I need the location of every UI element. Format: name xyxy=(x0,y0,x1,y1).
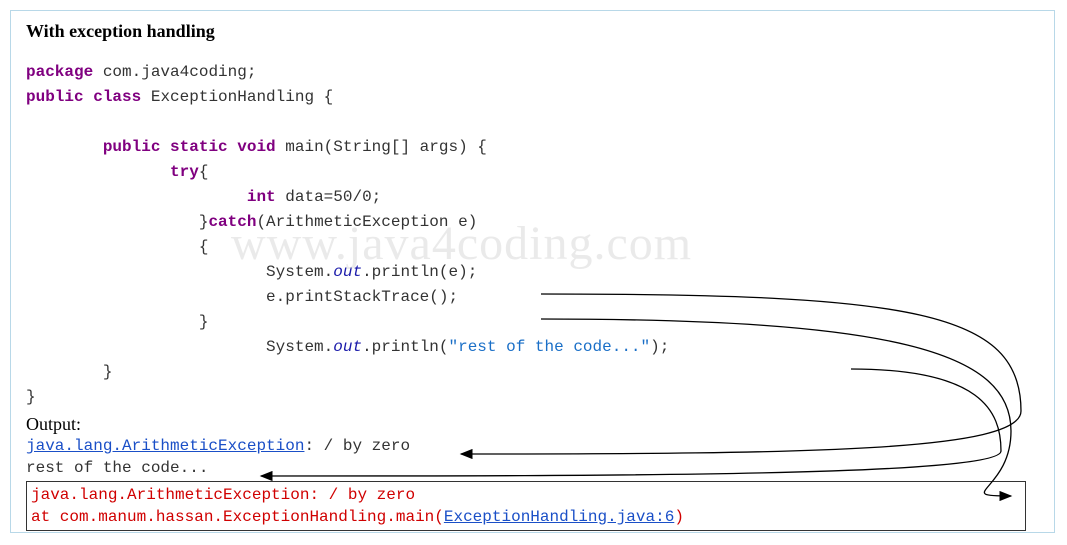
catch-close: } xyxy=(199,313,209,331)
method-close: } xyxy=(103,363,113,381)
trace-post: ) xyxy=(674,508,684,526)
kw-package: package xyxy=(26,63,93,81)
println-pre: .println( xyxy=(362,338,448,356)
trace-line-2: at com.manum.hassan.ExceptionHandling.ma… xyxy=(31,506,1021,528)
println-post: ); xyxy=(650,338,669,356)
catch-open: { xyxy=(199,238,209,256)
trace-at: at com.manum.hassan.ExceptionHandling.ma… xyxy=(31,508,444,526)
method-sig: main(String[] args) { xyxy=(276,138,487,156)
class-decl: ExceptionHandling { xyxy=(141,88,333,106)
class-close: } xyxy=(26,388,36,406)
kw-class: class xyxy=(93,88,141,106)
trace-file-link[interactable]: ExceptionHandling.java:6 xyxy=(444,508,674,526)
out2: out xyxy=(333,338,362,356)
catch-sig: (ArithmeticException e) xyxy=(256,213,477,231)
output-label: Output: xyxy=(26,414,1039,435)
out1: out xyxy=(333,263,362,281)
kw-int: int xyxy=(247,188,276,206)
system2: System. xyxy=(266,338,333,356)
kw-static: static xyxy=(170,138,228,156)
package-name: com.java4coding; xyxy=(93,63,256,81)
code-example-container: www.java4coding.com With exception handl… xyxy=(10,10,1055,533)
output-line-1: java.lang.ArithmeticException: / by zero xyxy=(26,435,1039,457)
exception-msg: : / by zero xyxy=(304,437,410,455)
try-open: { xyxy=(199,163,209,181)
trace-line-1: java.lang.ArithmeticException: / by zero xyxy=(31,484,1021,506)
code-block: package com.java4coding; public class Ex… xyxy=(26,60,1039,410)
var-assign: data=50/0; xyxy=(276,188,382,206)
section-title: With exception handling xyxy=(26,21,1039,42)
kw-public2: public xyxy=(103,138,161,156)
system1: System. xyxy=(266,263,333,281)
exception-link[interactable]: java.lang.ArithmeticException xyxy=(26,437,304,455)
rest-string: "rest of the code..." xyxy=(449,338,651,356)
kw-public: public xyxy=(26,88,84,106)
println-e: .println(e); xyxy=(362,263,477,281)
output-line-2: rest of the code... xyxy=(26,457,1039,479)
stack-trace-box: java.lang.ArithmeticException: / by zero… xyxy=(26,481,1026,531)
kw-void: void xyxy=(237,138,275,156)
kw-try: try xyxy=(170,163,199,181)
print-stack: e.printStackTrace(); xyxy=(266,288,458,306)
kw-catch: catch xyxy=(208,213,256,231)
close-try: } xyxy=(199,213,209,231)
